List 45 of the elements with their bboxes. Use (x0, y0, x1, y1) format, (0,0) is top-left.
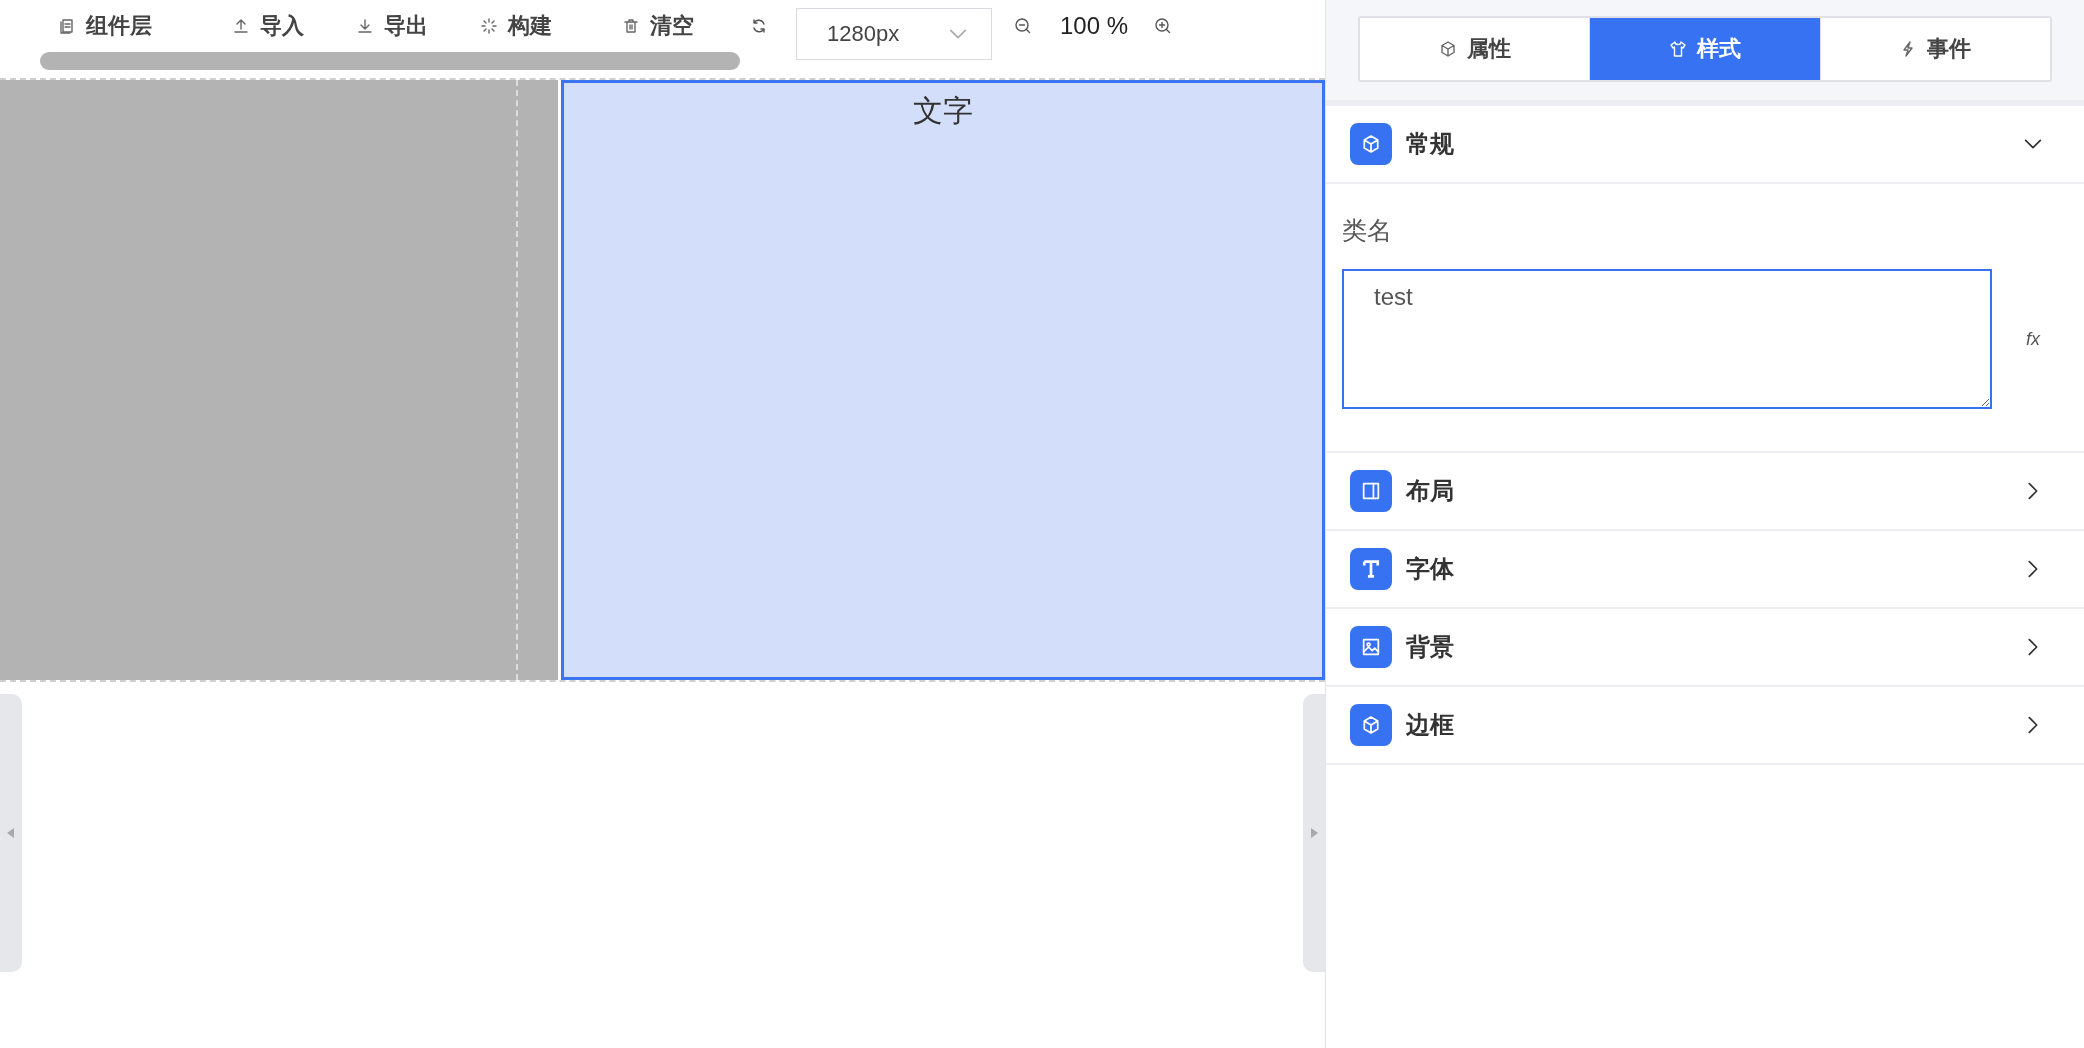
section-header[interactable]: 背景 (1326, 609, 2084, 685)
panel-tab[interactable]: 事件 (1819, 18, 2050, 80)
right-triangle-icon (1310, 828, 1318, 838)
toolbar-button[interactable]: 清空 (622, 11, 694, 41)
columns-icon (1360, 480, 1382, 502)
section-title: 布局 (1406, 476, 1455, 506)
letter-t-icon (1360, 558, 1382, 580)
left-triangle-icon (7, 828, 15, 838)
cube-icon (1360, 133, 1382, 155)
width-dropdown[interactable]: 1280px (796, 8, 992, 60)
zoom-out-icon (1014, 17, 1032, 35)
panel-tab[interactable]: 样式 (1589, 18, 1820, 80)
scrollbar-thumb[interactable] (40, 52, 740, 70)
section-header[interactable]: 常规 (1326, 106, 2084, 182)
cube-icon (1438, 40, 1457, 58)
section-title: 字体 (1406, 554, 1455, 584)
refresh-icon (750, 17, 768, 35)
sparkle-icon (480, 17, 498, 35)
section-title: 常规 (1406, 129, 1455, 159)
zoom-level: 100 % (1060, 12, 1129, 40)
collapse-handle[interactable] (0, 694, 22, 972)
download-icon (356, 17, 374, 35)
trash-icon (622, 17, 640, 35)
section-title: 边框 (1406, 710, 1455, 740)
shirt-icon (1669, 40, 1687, 58)
image-icon (1360, 636, 1382, 658)
toolbar-button[interactable]: 导入 (232, 11, 304, 41)
section-title: 背景 (1406, 632, 1455, 662)
formula-button[interactable]: fx (2026, 328, 2040, 350)
upload-icon (232, 17, 250, 35)
toolbar-button[interactable]: 导出 (356, 11, 428, 41)
section-header[interactable]: 边框 (1326, 687, 2084, 763)
class-name-input[interactable]: test (1342, 269, 1992, 409)
collapse-handle[interactable] (1303, 694, 1325, 972)
field-label: 类名 (1342, 215, 1393, 246)
section-header[interactable]: 布局 (1326, 453, 2084, 529)
text-label: 文字 (913, 93, 973, 129)
section-header[interactable]: 字体 (1326, 531, 2084, 607)
layers-icon (58, 17, 76, 35)
toolbar-button[interactable]: 构建 (480, 11, 552, 41)
cube-icon (1360, 714, 1382, 736)
zoom-in-icon (1154, 17, 1173, 35)
panel-tab[interactable]: 属性 (1360, 18, 1590, 80)
selected-text-component[interactable]: 文字 (561, 80, 1325, 680)
toolbar-button[interactable]: 组件层 (58, 11, 152, 41)
